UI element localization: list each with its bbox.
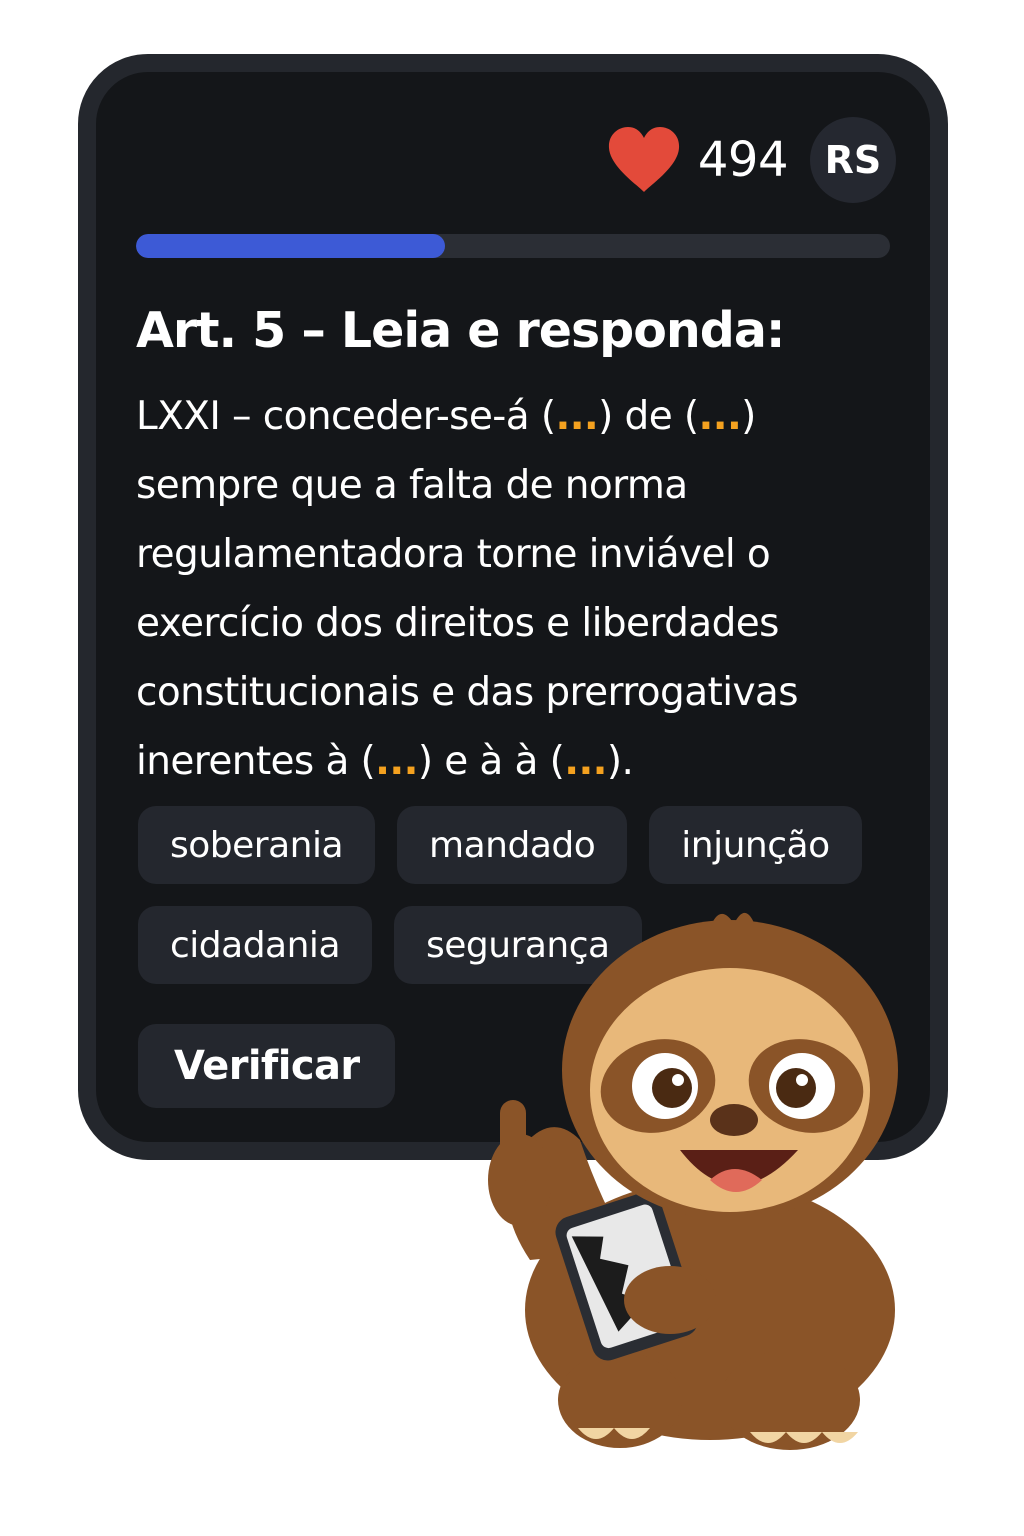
passage-line: sempre que a falta de norma <box>136 451 926 520</box>
page: 494 RS Art. 5 – Leia e responda: LXXI – … <box>0 0 1024 1536</box>
passage-text: ) e à à ( <box>417 739 565 784</box>
progress-bar <box>136 234 890 258</box>
lives-count: 494 <box>697 132 789 188</box>
sloth-mascot-icon <box>488 912 898 1450</box>
heart-icon <box>608 127 679 192</box>
answer-blank[interactable]: ... <box>375 739 418 784</box>
question-title: Art. 5 – Leia e responda: <box>136 302 785 359</box>
passage-text: ) de ( <box>598 394 699 439</box>
passage-text: sempre que a falta de norma <box>136 463 688 508</box>
word-option-button[interactable]: cidadania <box>138 906 372 984</box>
passage-text: LXXI – conceder-se-á ( <box>136 394 556 439</box>
passage-line: inerentes à (...) e à à (...). <box>136 727 926 796</box>
option-row: soberania mandado injunção <box>138 806 898 884</box>
progress-fill <box>136 234 446 258</box>
answer-blank[interactable]: ... <box>699 394 742 439</box>
passage-text: inerentes à ( <box>136 739 376 784</box>
word-option-button[interactable]: injunção <box>649 806 862 884</box>
passage-text: regulamentadora torne inviável o <box>136 532 771 577</box>
passage-line: regulamentadora torne inviável o <box>136 520 926 589</box>
avatar[interactable]: RS <box>810 117 896 203</box>
passage-text: ). <box>606 739 634 784</box>
status-bar: 494 RS <box>606 114 896 206</box>
verify-button[interactable]: Verificar <box>138 1024 396 1108</box>
passage-line: constitucionais e das prerrogativas <box>136 658 926 727</box>
passage-text: constitucionais e das prerrogativas <box>136 670 799 715</box>
question-passage: LXXI – conceder-se-á (...) de (...) sempr… <box>136 382 926 796</box>
answer-blank[interactable]: ... <box>564 739 607 784</box>
word-option-button[interactable]: mandado <box>397 806 628 884</box>
passage-line: LXXI – conceder-se-á (...) de (...) <box>136 382 926 451</box>
passage-text: ) <box>741 394 756 439</box>
answer-blank[interactable]: ... <box>555 394 598 439</box>
passage-text: exercício dos direitos e liberdades <box>136 601 779 646</box>
word-option-button[interactable]: soberania <box>138 806 376 884</box>
passage-line: exercício dos direitos e liberdades <box>136 589 926 658</box>
